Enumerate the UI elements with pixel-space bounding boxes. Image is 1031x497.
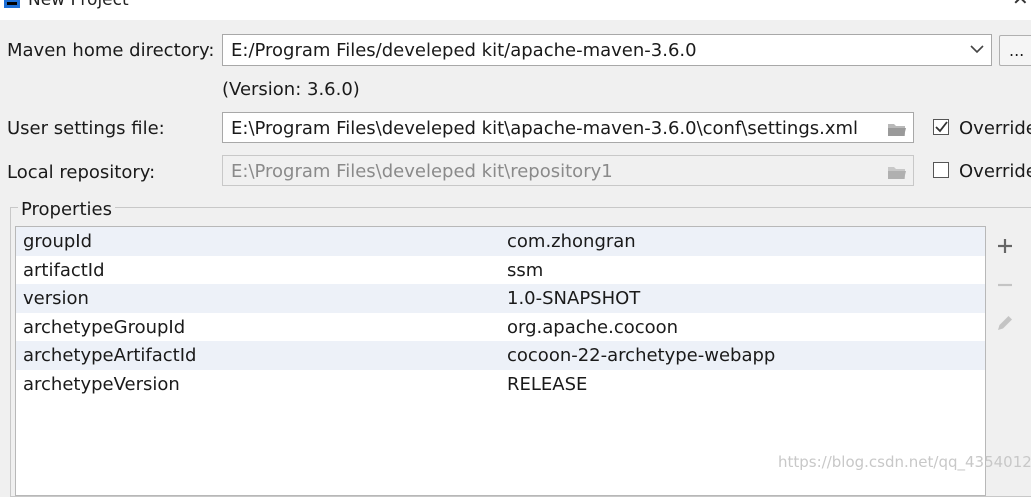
maven-home-value: E:/Program Files/develeped kit/apache-ma… — [231, 40, 697, 61]
user-settings-label: User settings file: — [7, 118, 165, 139]
local-repo-override-checkbox[interactable] — [933, 162, 949, 178]
properties-title: Properties — [18, 199, 115, 220]
watermark-text: https://blog.csdn.net/qq_43540129 — [778, 453, 1031, 471]
table-row[interactable]: groupId com.zhongran — [16, 227, 985, 256]
maven-home-combo[interactable]: E:/Program Files/develeped kit/apache-ma… — [222, 34, 992, 66]
browse-button[interactable]: ... — [999, 35, 1031, 66]
app-icon — [4, 0, 20, 8]
property-key: groupId — [23, 231, 93, 252]
user-settings-override-label: Override — [959, 118, 1031, 139]
property-key: artifactId — [23, 259, 105, 281]
remove-icon[interactable] — [993, 273, 1017, 297]
property-key: archetypeArtifactId — [23, 345, 197, 366]
property-key: version — [23, 288, 89, 309]
title-bar: New Project ✕ — [0, 0, 1031, 20]
user-settings-override-checkbox[interactable] — [933, 119, 949, 135]
table-row[interactable]: version 1.0-SNAPSHOT — [16, 284, 985, 313]
edit-icon[interactable] — [993, 311, 1017, 335]
local-repo-label: Local repository: — [7, 162, 156, 183]
property-key: archetypeGroupId — [23, 316, 186, 338]
property-key: archetypeVersion — [23, 373, 180, 395]
user-settings-value: E:\Program Files\develeped kit\apache-ma… — [231, 118, 859, 139]
table-row[interactable]: archetypeGroupId org.apache.cocoon — [16, 313, 985, 342]
property-value: 1.0-SNAPSHOT — [507, 288, 641, 309]
property-value: RELEASE — [507, 373, 588, 395]
property-value: org.apache.cocoon — [507, 316, 679, 338]
close-icon[interactable]: ✕ — [1012, 0, 1029, 8]
property-value: com.zhongran — [507, 231, 636, 252]
local-repo-value: E:\Program Files\develeped kit\repositor… — [231, 161, 613, 182]
table-row[interactable]: archetypeArtifactId cocoon-22-archetype-… — [16, 341, 985, 370]
local-repo-field[interactable]: E:\Program Files\develeped kit\repositor… — [222, 155, 914, 186]
maven-version-text: (Version: 3.6.0) — [222, 79, 360, 100]
window-title: New Project — [28, 0, 129, 10]
maven-home-label-text: Maven home directory: — [7, 40, 215, 61]
folder-icon[interactable] — [887, 164, 907, 180]
property-value: ssm — [507, 259, 544, 281]
folder-icon[interactable] — [887, 121, 907, 137]
chevron-down-icon[interactable] — [969, 41, 985, 57]
table-row[interactable]: artifactId ssm — [16, 256, 985, 285]
property-value: cocoon-22-archetype-webapp — [507, 345, 776, 366]
user-settings-field[interactable]: E:\Program Files\develeped kit\apache-ma… — [222, 112, 914, 143]
local-repo-override-label: Override — [959, 161, 1031, 182]
check-mark-icon — [935, 121, 948, 133]
add-icon[interactable] — [993, 234, 1017, 258]
maven-home-label: Maven home directory: — [7, 40, 214, 61]
table-row[interactable]: archetypeVersion RELEASE — [16, 370, 985, 399]
